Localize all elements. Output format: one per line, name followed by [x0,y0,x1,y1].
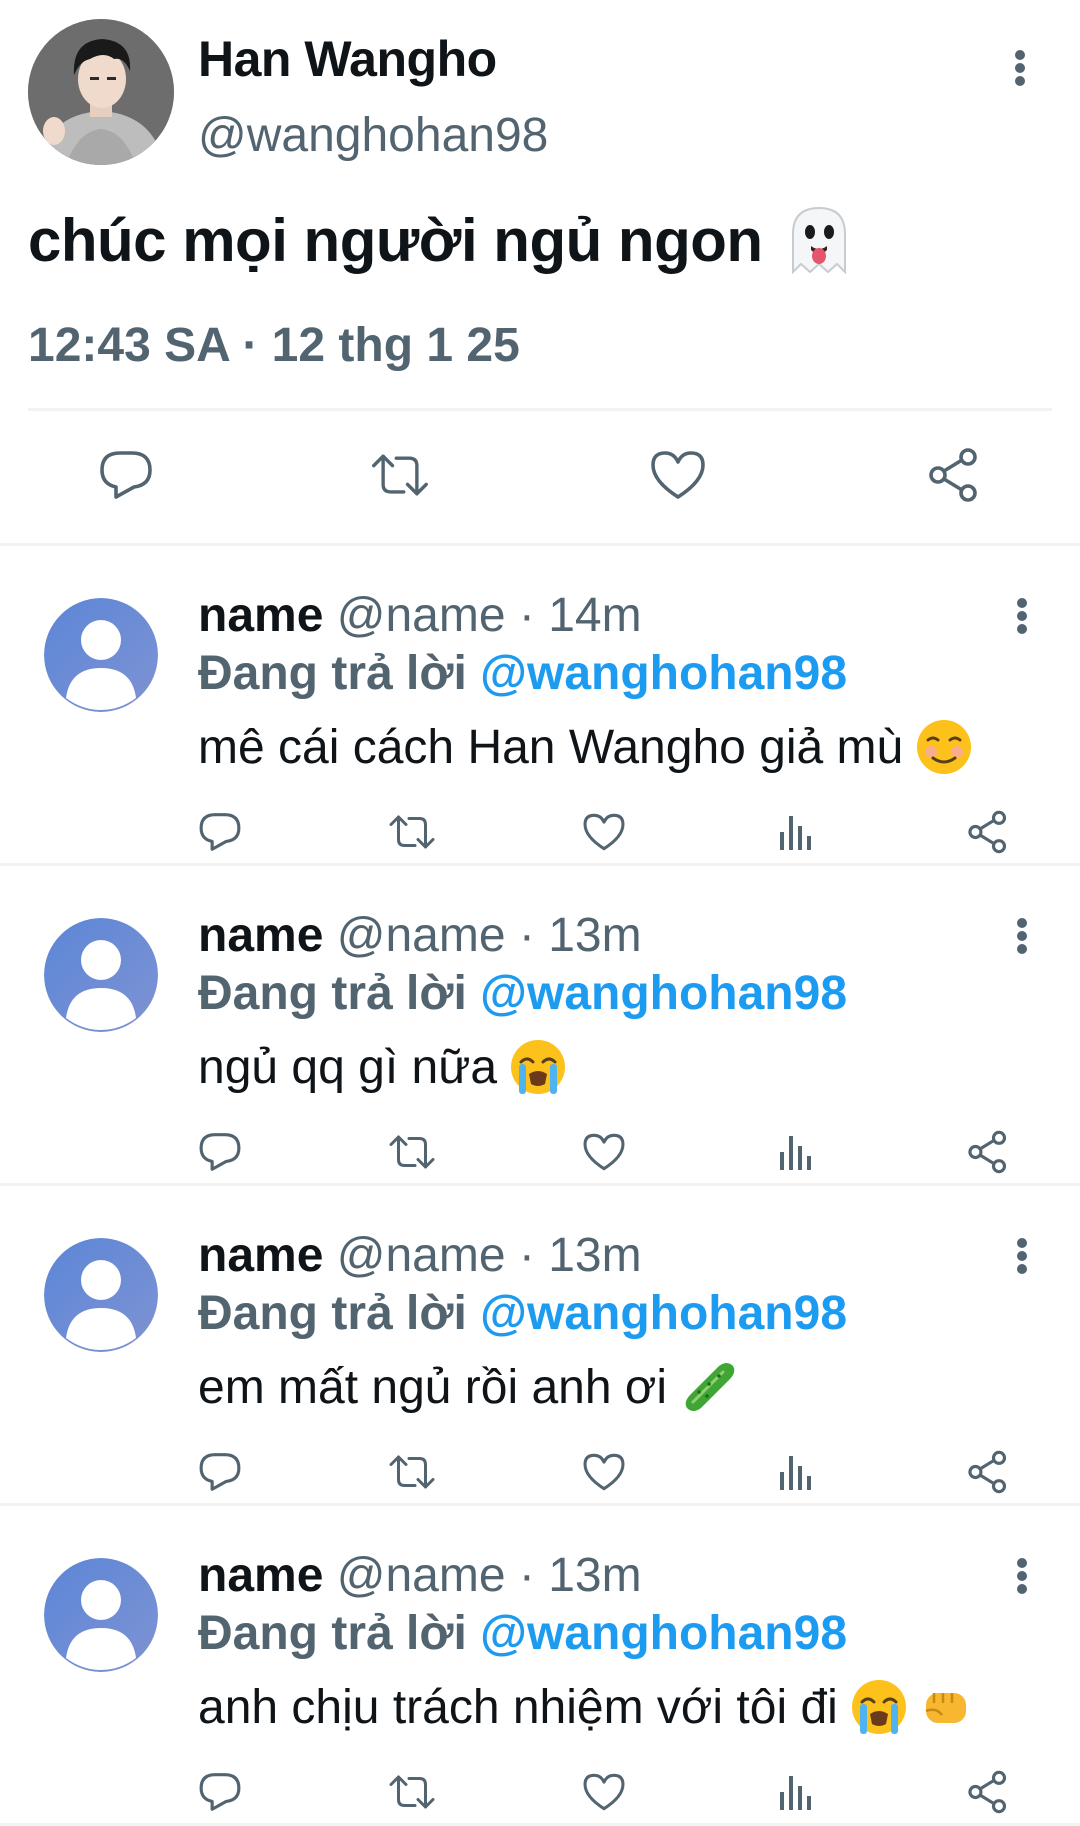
share-icon[interactable] [964,1448,1012,1496]
replying-to: Đang trả lời @wanghohan98 [198,1286,847,1341]
reply-handle[interactable]: @name [337,589,506,642]
reply-text: em mất ngủ rồi anh ơi [198,1358,737,1416]
like-icon[interactable] [580,1128,628,1176]
reply-icon[interactable] [96,445,156,505]
fist-emoji [920,1681,972,1733]
tweet-text: chúc mọi người ngủ ngon [28,202,857,278]
share-icon[interactable] [964,1128,1012,1176]
like-icon[interactable] [648,445,708,505]
like-icon[interactable] [580,1768,628,1816]
more-options-icon[interactable] [1002,1546,1042,1606]
avatar[interactable] [44,1558,158,1672]
reply-time[interactable]: 13m [548,1229,641,1282]
retweet-icon[interactable] [388,1768,436,1816]
avatar[interactable] [44,918,158,1032]
reply-header: name @name · 14m [198,588,642,643]
reply-display-name[interactable]: name [198,909,323,962]
author-handle[interactable]: @wanghohan98 [198,108,548,163]
reply-text-content: ngủ qq gì nữa [198,1040,498,1094]
reply-tweet-2[interactable]: name @name · 13m Đang trả lời @wanghohan… [0,866,1080,1186]
reply-display-name[interactable]: name [198,1229,323,1282]
ghost-tongue-emoji [781,202,857,278]
reply-text: anh chịu trách nhiệm với tôi đi [198,1678,972,1736]
reply-handle[interactable]: @name [337,1549,506,1602]
replying-mention[interactable]: @wanghohan98 [480,1607,847,1660]
reply-tweet-1[interactable]: name @name · 14m Đang trả lời @wanghohan… [0,546,1080,866]
tweet-text-content: chúc mọi người ngủ ngon [28,206,763,274]
share-icon[interactable] [924,445,984,505]
separator-dot: · [518,909,535,962]
reply-time[interactable]: 13m [548,1549,641,1602]
like-icon[interactable] [580,808,628,856]
more-options-icon[interactable] [1002,586,1042,646]
reply-text-content: anh chịu trách nhiệm với tôi đi [198,1680,838,1734]
more-options-icon[interactable] [1000,38,1040,98]
author-display-name[interactable]: Han Wangho [198,30,497,88]
views-icon[interactable] [772,808,820,856]
cucumber-emoji [679,1358,737,1416]
reply-icon[interactable] [196,808,244,856]
more-options-icon[interactable] [1002,906,1042,966]
retweet-icon[interactable] [388,808,436,856]
replying-mention[interactable]: @wanghohan98 [480,647,847,700]
reply-icon[interactable] [196,1448,244,1496]
reply-handle[interactable]: @name [337,909,506,962]
reply-text-content: em mất ngủ rồi anh ơi [198,1360,668,1414]
reply-tweet-4[interactable]: name @name · 13m Đang trả lời @wanghohan… [0,1506,1080,1826]
loudly-crying-emoji [850,1678,908,1736]
reply-text: ngủ qq gì nữa [198,1038,567,1096]
smiling-blush-emoji [915,718,973,776]
reply-icon[interactable] [196,1768,244,1816]
reply-display-name[interactable]: name [198,1549,323,1602]
tweet-timestamp[interactable]: 12:43 SA · 12 thg 1 25 [28,318,520,373]
views-icon[interactable] [772,1128,820,1176]
divider [28,408,1052,411]
retweet-icon[interactable] [388,1128,436,1176]
reply-header: name @name · 13m [198,1548,642,1603]
replying-label: Đang trả lời [198,647,467,700]
like-icon[interactable] [580,1448,628,1496]
avatar[interactable] [44,598,158,712]
separator-dot: · [518,1229,535,1282]
reply-display-name[interactable]: name [198,589,323,642]
separator-dot: · [518,589,535,642]
replying-to: Đang trả lời @wanghohan98 [198,646,847,701]
loudly-crying-emoji [509,1038,567,1096]
views-icon[interactable] [772,1448,820,1496]
share-icon[interactable] [964,1768,1012,1816]
reply-header: name @name · 13m [198,908,642,963]
replying-to: Đang trả lời @wanghohan98 [198,966,847,1021]
reply-text: mê cái cách Han Wangho giả mù [198,718,973,776]
main-tweet: Han Wangho @wanghohan98 chúc mọi người n… [0,0,1080,546]
reply-icon[interactable] [196,1128,244,1176]
separator-dot: · [518,1549,535,1602]
avatar[interactable] [44,1238,158,1352]
reply-time[interactable]: 14m [548,589,641,642]
replying-label: Đang trả lời [198,967,467,1020]
reply-handle[interactable]: @name [337,1229,506,1282]
author-avatar[interactable] [28,19,174,165]
retweet-icon[interactable] [370,445,430,505]
replying-mention[interactable]: @wanghohan98 [480,1287,847,1340]
reply-tweet-3[interactable]: name @name · 13m Đang trả lời @wanghohan… [0,1186,1080,1506]
reply-time[interactable]: 13m [548,909,641,962]
retweet-icon[interactable] [388,1448,436,1496]
reply-text-content: mê cái cách Han Wangho giả mù [198,720,904,774]
reply-header: name @name · 13m [198,1228,642,1283]
share-icon[interactable] [964,808,1012,856]
replying-mention[interactable]: @wanghohan98 [480,967,847,1020]
views-icon[interactable] [772,1768,820,1816]
more-options-icon[interactable] [1002,1226,1042,1286]
replying-label: Đang trả lời [198,1607,467,1660]
replying-label: Đang trả lời [198,1287,467,1340]
replying-to: Đang trả lời @wanghohan98 [198,1606,847,1661]
